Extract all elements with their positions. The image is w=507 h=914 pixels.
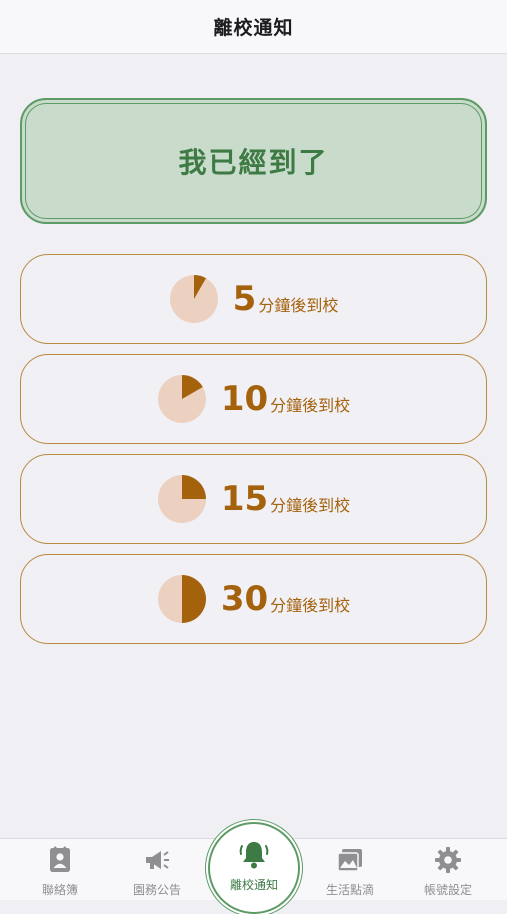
- eta-minutes: 10: [220, 379, 269, 419]
- tab-label: 帳號設定: [423, 883, 472, 897]
- tab-label: 聯絡簿: [41, 883, 78, 897]
- eta-30-button[interactable]: 30 分鐘後到校: [20, 554, 487, 644]
- timer-pie-icon: [169, 275, 218, 323]
- eta-suffix: 分鐘後到校: [270, 396, 351, 415]
- bell-icon: [239, 842, 269, 869]
- arrived-label: 我已經到了: [178, 146, 329, 179]
- arrived-button[interactable]: 我已經到了: [20, 98, 487, 224]
- eta-10-button[interactable]: 10 分鐘後到校: [20, 354, 487, 444]
- eta-suffix: 分鐘後到校: [258, 296, 339, 315]
- megaphone-icon: [146, 851, 169, 869]
- tab-label: 園務公告: [132, 883, 181, 897]
- contact-book-icon: [50, 846, 70, 872]
- eta-minutes: 5: [232, 279, 257, 319]
- pie-elapsed-slice: [181, 475, 206, 499]
- tab-label: 生活點滴: [325, 883, 374, 897]
- tab-daily-life[interactable]: 生活點滴: [310, 845, 390, 901]
- eta-suffix: 分鐘後到校: [270, 596, 351, 615]
- tab-account-settings[interactable]: 帳號設定: [408, 845, 488, 901]
- timer-pie-icon: [157, 575, 206, 623]
- photos-icon: [337, 849, 362, 872]
- eta-minutes: 15: [220, 479, 269, 519]
- tab-label: 離校通知: [229, 878, 278, 892]
- tab-contact-book[interactable]: 聯絡簿: [20, 845, 100, 901]
- gear-icon: [435, 847, 461, 873]
- tab-announcements[interactable]: 園務公告: [117, 845, 197, 901]
- timer-pie-icon: [157, 475, 206, 523]
- tab-leave-notice[interactable]: 離校通知: [208, 822, 300, 914]
- eta-5-button[interactable]: 5 分鐘後到校: [20, 254, 487, 344]
- page-title: 離校通知: [213, 17, 294, 39]
- pie-elapsed-slice: [181, 575, 206, 623]
- top-bar: 離校通知: [0, 0, 507, 54]
- timer-pie-icon: [157, 375, 206, 423]
- eta-15-button[interactable]: 15 分鐘後到校: [20, 454, 487, 544]
- eta-suffix: 分鐘後到校: [270, 496, 351, 515]
- eta-minutes: 30: [220, 579, 269, 619]
